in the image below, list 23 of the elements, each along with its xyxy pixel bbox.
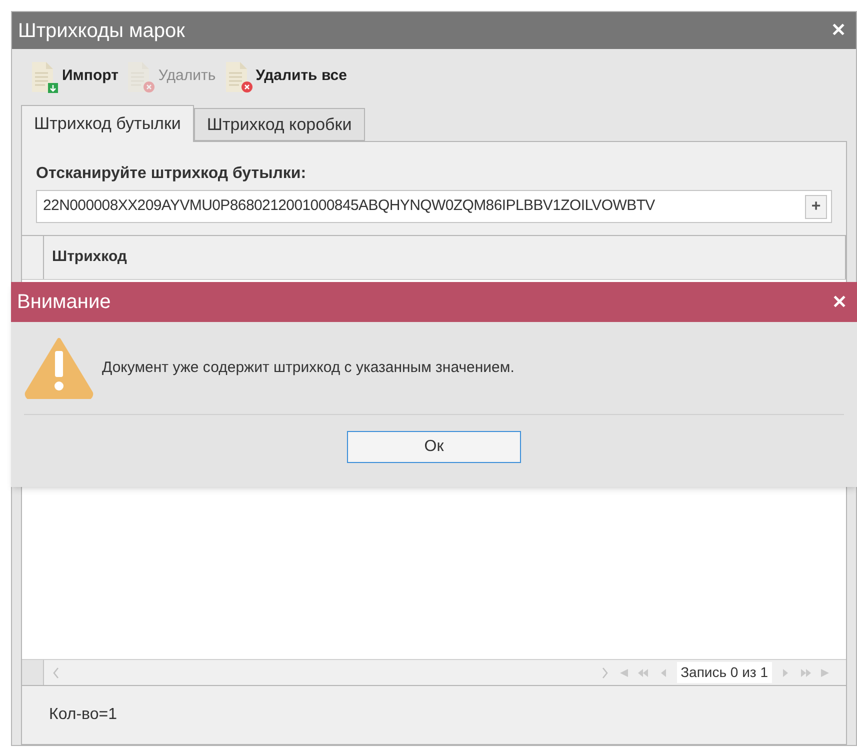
toolbar-button[interactable]: Импорт — [30, 61, 118, 93]
toolbar-button[interactable]: Удалить все — [224, 61, 347, 93]
barcode-field[interactable]: 22N000008XX209AYVMU0P8680212001000845ABQHYNQW0ZQM86IPLBBV1ZOILVOWBTV + — [36, 190, 832, 223]
document-delete-icon — [126, 61, 156, 93]
next-page-group-icon[interactable] — [800, 668, 812, 678]
tab[interactable]: Штрихкод бутылки — [21, 105, 194, 142]
document-delete-icon — [224, 61, 254, 93]
scroll-right-icon[interactable] — [600, 666, 609, 678]
window-title: Штрихкоды марок — [18, 18, 185, 44]
dialog-close-button[interactable]: ✕ — [828, 288, 851, 316]
add-button[interactable]: + — [805, 194, 827, 218]
pager-text: Запись 0 из 1 — [676, 662, 772, 683]
document-download-icon — [30, 61, 60, 93]
scroll-left-icon[interactable] — [52, 666, 60, 678]
dialog-title: Внимание — [17, 290, 111, 315]
ok-button[interactable]: Ок — [347, 431, 521, 463]
previous-page-group-icon[interactable] — [636, 668, 649, 678]
warning-icon — [24, 337, 94, 399]
field-label: Отсканируйте штрихкод бутылки: — [36, 164, 308, 184]
dialog-message: Документ уже содержит штрихкод с указанным значением. — [102, 358, 514, 378]
tab[interactable]: Штрихкод коробки — [194, 108, 365, 141]
close-button[interactable]: ✕ — [827, 17, 850, 44]
count-text: Кол-во=1 — [49, 705, 117, 725]
